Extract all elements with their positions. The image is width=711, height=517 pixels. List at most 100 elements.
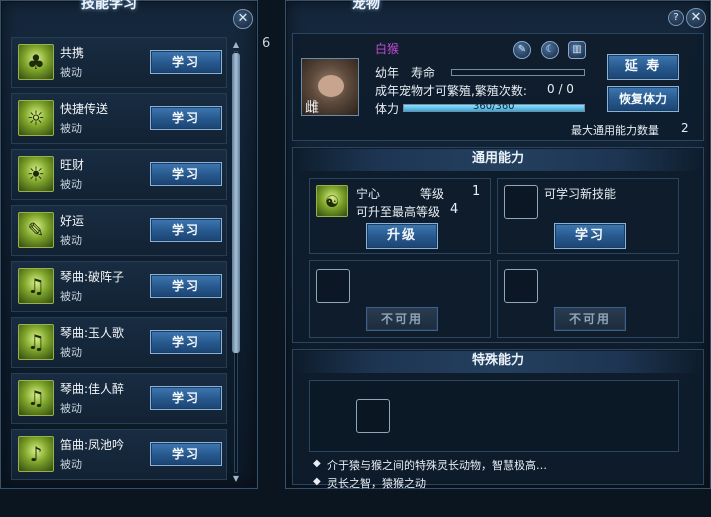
skill-type: 被动 (60, 402, 82, 415)
pen-icon[interactable]: ✎ (513, 41, 531, 59)
learn-button[interactable]: 学习 (150, 50, 222, 74)
upgrade-button[interactable]: 升级 (366, 223, 438, 249)
pet-name: 白猴 (375, 42, 400, 56)
pet-panel: 宠物 ? ✕ 雌 白猴 ✎ ☾ ▥ 幼年 寿命 成年宠物才可繁殖,繁殖次数: 0… (285, 0, 711, 490)
skill-row: ☼ 快捷传送 被动 学习 (11, 93, 227, 144)
special-desc-2: 灵长之智，猿猴之动 (327, 477, 426, 490)
zither-icon: ♫ (18, 324, 54, 360)
skill-row: ♫ 琴曲:佳人醉 被动 学习 (11, 373, 227, 424)
bullet-icon: ◆ (313, 458, 321, 469)
skill-name: 快捷传送 (60, 102, 109, 116)
help-icon[interactable]: ? (668, 10, 684, 26)
empty-skill-slot (316, 269, 350, 303)
scroll-thumb[interactable] (232, 53, 240, 353)
pet-info-box: 雌 白猴 ✎ ☾ ▥ 幼年 寿命 成年宠物才可繁殖,繁殖次数: 0 / 0 体力… (292, 33, 704, 141)
breed-info: 成年宠物才可繁殖,繁殖次数: (375, 84, 527, 98)
sun-moon-icon: ☀ (18, 156, 54, 192)
ability-slot-3: 不可用 (309, 260, 491, 338)
pet-stage: 幼年 (375, 66, 400, 80)
teleport-icon: ☼ (18, 100, 54, 136)
monkey-face-icon (318, 75, 344, 97)
close-icon[interactable]: ✕ (233, 9, 253, 29)
skill-type: 被动 (60, 178, 82, 191)
skill-name: 琴曲:破阵子 (60, 270, 125, 284)
skill-type: 被动 (60, 234, 82, 247)
skill-row: ♫ 琴曲:破阵子 被动 学习 (11, 261, 227, 312)
empty-skill-slot (504, 269, 538, 303)
max-ability-label: 最大通用能力数量 (571, 124, 659, 137)
special-slot-area (309, 380, 679, 452)
bullet-icon: ◆ (313, 476, 321, 487)
stray-digit: 6 (262, 36, 271, 51)
moon-icon[interactable]: ☾ (541, 41, 559, 59)
skill-row: ♣ 共携 被动 学习 (11, 37, 227, 88)
meditation-icon: ☯ (316, 185, 348, 217)
stamina-value: 360/360 (473, 101, 515, 112)
ability-level-label: 等级 (420, 187, 445, 201)
skill-name: 琴曲:佳人醉 (60, 382, 125, 396)
learn-button[interactable]: 学习 (150, 106, 222, 130)
skill-name: 好运 (60, 214, 85, 228)
scroll-down-icon[interactable]: ▼ (231, 475, 241, 483)
zither-icon: ♫ (18, 268, 54, 304)
section-header: 特殊能力 (293, 351, 703, 373)
skill-name: 琴曲:玉人歌 (60, 326, 125, 340)
special-ability-box: 特殊能力 ◆ 介于猿与猴之间的特殊灵长动物，智慧极高… ◆ 灵长之智，猿猴之动 (292, 349, 704, 490)
zither-icon: ♫ (18, 380, 54, 416)
ability-max-level: 4 (450, 202, 459, 217)
lifespan-bar (451, 69, 585, 76)
empty-skill-slot[interactable] (504, 185, 538, 219)
special-skill-slot[interactable] (356, 399, 390, 433)
ability-max-label: 可升至最高等级 (356, 205, 441, 219)
skill-learning-panel: 技能学习 ✕ ♣ 共携 被动 学习 ☼ 快捷传送 被动 学习 ☀ 旺财 被动 学… (0, 0, 258, 489)
max-ability-count: 2 (681, 121, 689, 135)
panel-title: 技能学习 (81, 0, 137, 12)
general-ability-box: 通用能力 ☯ 宁心 等级 1 可升至最高等级 4 升级 可学习新技能 学习 不可… (292, 147, 704, 343)
money-bag-icon: ♣ (18, 44, 54, 80)
skill-type: 被动 (60, 458, 82, 471)
flute-icon: ♪ (18, 436, 54, 472)
learn-button[interactable]: 学习 (150, 274, 222, 298)
breed-count: 0 / 0 (547, 82, 574, 96)
learn-button[interactable]: 学习 (150, 330, 222, 354)
close-icon[interactable]: ✕ (686, 8, 706, 28)
trash-icon[interactable]: ▥ (568, 41, 586, 59)
section-header: 通用能力 (293, 149, 703, 171)
lifespan-label: 寿命 (411, 66, 436, 80)
skill-list: ♣ 共携 被动 学习 ☼ 快捷传送 被动 学习 ☀ 旺财 被动 学习 ✎ 好运 … (11, 37, 229, 484)
skill-name: 共携 (60, 46, 85, 60)
panel-title: 宠物 (352, 0, 380, 12)
ability-slot-4: 不可用 (497, 260, 679, 338)
unavailable-button: 不可用 (366, 307, 438, 331)
pet-gender: 雌 (305, 100, 319, 116)
learn-button[interactable]: 学习 (150, 442, 222, 466)
skill-type: 被动 (60, 66, 82, 79)
skill-row: ♫ 琴曲:玉人歌 被动 学习 (11, 317, 227, 368)
skill-type: 被动 (60, 122, 82, 135)
learnable-label: 可学习新技能 (544, 187, 617, 201)
luck-icon: ✎ (18, 212, 54, 248)
learn-button[interactable]: 学习 (150, 386, 222, 410)
skill-list-scrollbar[interactable]: ▲ ▼ (231, 41, 241, 483)
special-desc-1: 介于猿与猴之间的特殊灵长动物，智慧极高… (327, 459, 547, 472)
skill-type: 被动 (60, 290, 82, 303)
extend-life-button[interactable]: 延 寿 (607, 54, 679, 80)
scroll-up-icon[interactable]: ▲ (231, 41, 241, 49)
ability-slot-1: ☯ 宁心 等级 1 可升至最高等级 4 升级 (309, 178, 491, 254)
pet-portrait: 雌 (301, 58, 359, 116)
ability-name: 宁心 (356, 187, 381, 201)
ability-level: 1 (472, 184, 481, 199)
skill-row: ☀ 旺财 被动 学习 (11, 149, 227, 200)
stamina-label: 体力 (375, 102, 400, 116)
learn-button[interactable]: 学习 (150, 162, 222, 186)
skill-name: 笛曲:凤池吟 (60, 438, 125, 452)
restore-stamina-button[interactable]: 恢复体力 (607, 86, 679, 112)
skill-row: ✎ 好运 被动 学习 (11, 205, 227, 256)
unavailable-button: 不可用 (554, 307, 626, 331)
skill-row: ♪ 笛曲:凤池吟 被动 学习 (11, 429, 227, 480)
skill-type: 被动 (60, 346, 82, 359)
ability-slot-2: 可学习新技能 学习 (497, 178, 679, 254)
skill-name: 旺财 (60, 158, 85, 172)
learn-button[interactable]: 学习 (150, 218, 222, 242)
learn-new-skill-button[interactable]: 学习 (554, 223, 626, 249)
